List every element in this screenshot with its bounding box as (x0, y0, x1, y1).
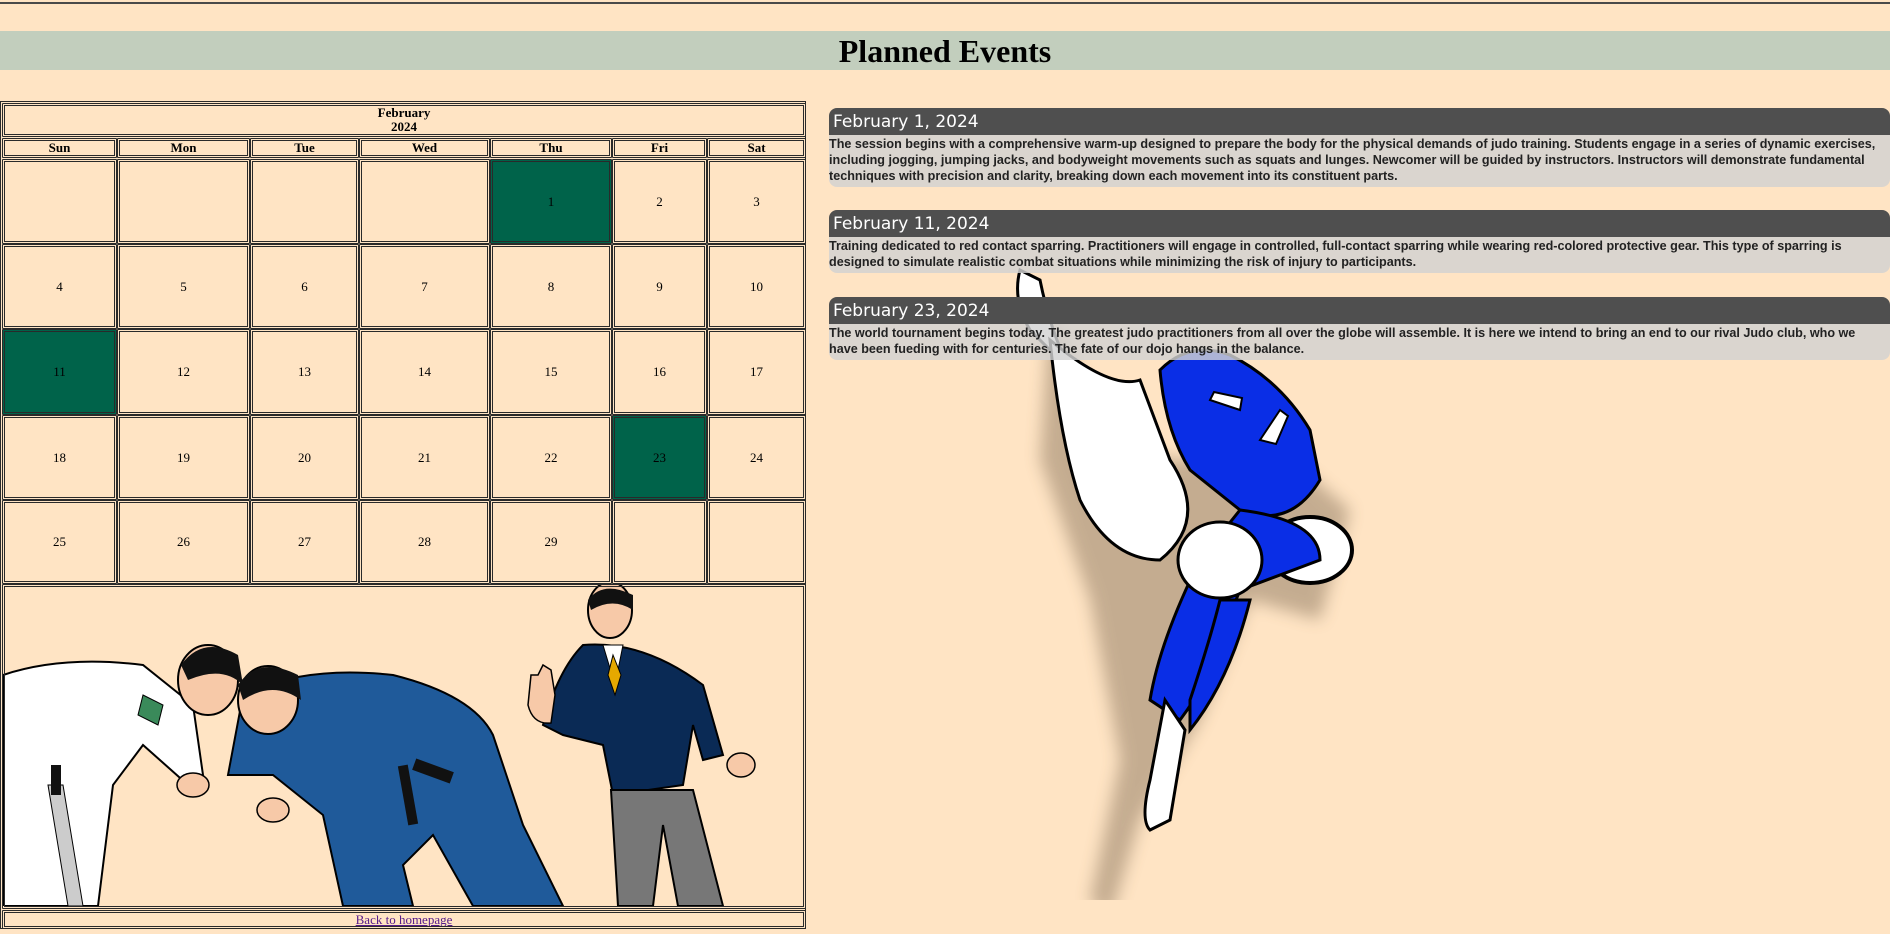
judo-match-illustration-cell (2, 584, 806, 909)
calendar-day-21: 21 (359, 415, 490, 500)
weekday-header-tue: Tue (250, 138, 359, 158)
event-card: February 1, 2024 The session begins with … (829, 108, 1890, 187)
calendar-day-12: 12 (117, 329, 250, 415)
event-date: February 23, 2024 (829, 297, 1890, 324)
weekday-header-wed: Wed (359, 138, 490, 158)
calendar-day-19: 19 (117, 415, 250, 500)
judo-match-illustration (3, 585, 756, 907)
calendar-day-6: 6 (250, 244, 359, 329)
calendar-day-24: 24 (707, 415, 806, 500)
weekday-header-mon: Mon (117, 138, 250, 158)
calendar-day-22: 22 (490, 415, 612, 500)
calendar-day-13: 13 (250, 329, 359, 415)
calendar-day-26: 26 (117, 500, 250, 584)
calendar-day-2: 2 (612, 159, 707, 244)
calendar-day-23[interactable]: 23 (612, 415, 707, 500)
calendar-day-7: 7 (359, 244, 490, 329)
calendar-day-18: 18 (2, 415, 117, 500)
calendar-day-4: 4 (2, 244, 117, 329)
calendar-day-8: 8 (490, 244, 612, 329)
weekday-header-fri: Fri (612, 138, 707, 158)
calendar-day-27: 27 (250, 500, 359, 584)
calendar-empty-cell (2, 159, 117, 244)
event-description: The session begins with a comprehensive … (829, 135, 1890, 187)
calendar-day-10: 10 (707, 244, 806, 329)
calendar-day-25: 25 (2, 500, 117, 584)
calendar-day-5: 5 (117, 244, 250, 329)
calendar-month-header: February 2024 (2, 103, 806, 137)
calendar-year: 2024 (391, 119, 417, 134)
calendar-empty-cell (707, 500, 806, 584)
event-description: Training dedicated to red contact sparri… (829, 237, 1890, 273)
back-to-homepage-link[interactable]: Back to homepage (356, 912, 453, 928)
calendar-day-28: 28 (359, 500, 490, 584)
calendar-day-11[interactable]: 11 (2, 329, 117, 415)
calendar-empty-cell (250, 159, 359, 244)
event-description: The world tournament begins today. The g… (829, 324, 1890, 360)
calendar-day-29: 29 (490, 500, 612, 584)
event-calendar: February 2024 Sun Mon Tue Wed Thu Fri Sat 1 2 3 4 5… (0, 101, 806, 929)
event-date: February 11, 2024 (829, 210, 1890, 237)
calendar-empty-cell (117, 159, 250, 244)
calendar-day-16: 16 (612, 329, 707, 415)
calendar-day-3: 3 (707, 159, 806, 244)
event-card: February 23, 2024 The world tournament be… (829, 297, 1890, 360)
weekday-header-thu: Thu (490, 138, 612, 158)
calendar-day-15: 15 (490, 329, 612, 415)
weekday-header-sat: Sat (707, 138, 806, 158)
calendar-empty-cell (359, 159, 490, 244)
calendar-day-20: 20 (250, 415, 359, 500)
calendar-month: February (377, 105, 431, 120)
calendar-footer: Back to homepage (2, 910, 806, 929)
calendar-day-17: 17 (707, 329, 806, 415)
page-title: Planned Events (838, 33, 1052, 69)
weekday-header-sun: Sun (2, 138, 117, 158)
black-belt (51, 765, 61, 795)
event-date: February 1, 2024 (829, 108, 1890, 135)
calendar-day-9: 9 (612, 244, 707, 329)
event-card: February 11, 2024 Training dedicated to r… (829, 210, 1890, 273)
calendar-day-14: 14 (359, 329, 490, 415)
top-divider (0, 2, 1890, 4)
calendar-day-1[interactable]: 1 (490, 159, 612, 244)
calendar-empty-cell (612, 500, 707, 584)
